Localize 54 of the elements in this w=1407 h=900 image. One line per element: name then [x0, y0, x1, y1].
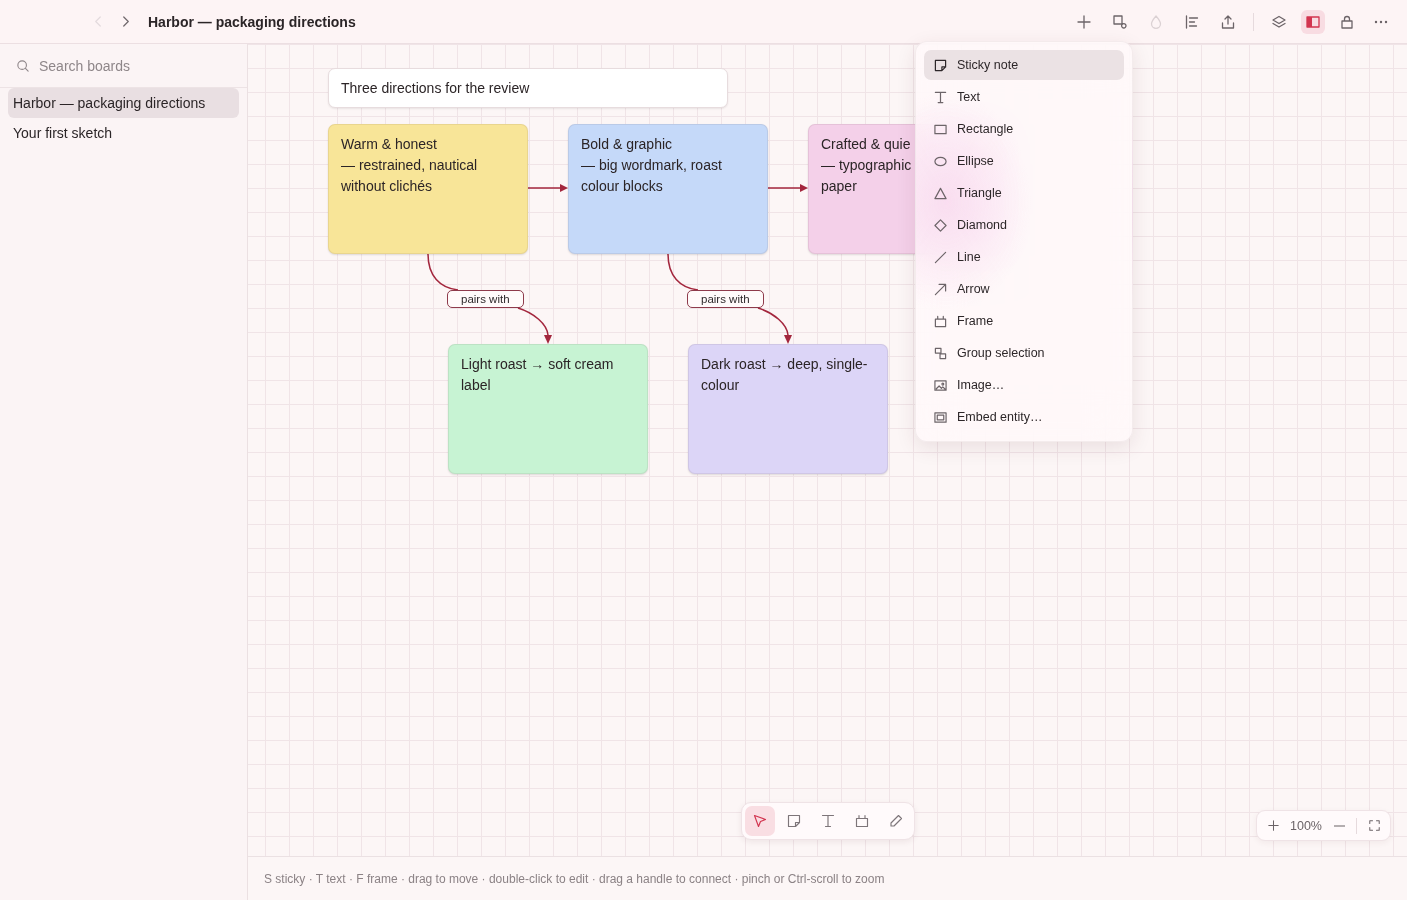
note-text: Bold & graphic — big wordmark, roast colour blocks — [581, 135, 722, 196]
shapes-icon — [1113, 14, 1127, 29]
menu-item[interactable]: Image… — [924, 370, 1124, 400]
menu-item[interactable]: Text — [924, 82, 1124, 112]
menu-item[interactable]: Ellipse — [924, 146, 1124, 176]
note-text: Three directions for the review — [341, 78, 530, 98]
menu-item[interactable]: Group selection — [924, 338, 1124, 368]
note-text: Light roast → soft cream label — [461, 355, 614, 395]
lock-icon — [1340, 14, 1354, 29]
menu-item[interactable]: Triangle — [924, 178, 1124, 208]
select-tool[interactable] — [744, 806, 775, 836]
search-icon — [17, 59, 29, 72]
upload-icon — [1221, 14, 1235, 29]
triangle-icon — [934, 186, 947, 200]
text-icon — [934, 90, 947, 104]
more-icon — [1374, 19, 1388, 24]
plus-icon — [1267, 820, 1279, 831]
edge-label: pairs with — [687, 290, 764, 308]
line-icon — [934, 250, 947, 264]
plus-icon — [1077, 14, 1091, 29]
group-icon — [934, 346, 947, 360]
embed-icon — [934, 410, 947, 424]
zoom-level: 100% — [1290, 818, 1322, 833]
menu-item[interactable]: Sticky note — [924, 50, 1124, 80]
drop-icon — [1149, 14, 1163, 29]
layers-icon — [1272, 14, 1286, 29]
minus-icon — [1333, 824, 1345, 827]
sticky-note-icon — [934, 58, 947, 72]
image-icon — [934, 378, 947, 392]
menu-item[interactable]: Embed entity… — [924, 402, 1124, 432]
arrow-icon — [934, 282, 947, 296]
menu-item[interactable]: Diamond — [924, 210, 1124, 240]
search-field[interactable]: Search boards — [39, 57, 229, 74]
connector-arrow — [527, 184, 568, 192]
menu-item[interactable]: Line — [924, 242, 1124, 272]
sidebar-toggle[interactable] — [1301, 9, 1325, 34]
shortcut-hint: S sticky · T text · F frame · drag to move · double-click to edit · drag a handle to connect · pinch or Ctrl-scroll to zoom — [264, 871, 885, 886]
panel-icon — [1306, 14, 1320, 29]
menu-item[interactable]: Arrow — [924, 274, 1124, 304]
board-item[interactable]: Your first sketch — [8, 118, 239, 148]
connector-arrow — [767, 184, 808, 192]
note-text: Dark roast → deep, single- colour — [701, 355, 868, 395]
note-text: Warm & honest — restrained, nautical without clichés — [341, 135, 478, 196]
edge-label: pairs with — [447, 290, 524, 308]
rectangle-icon — [934, 122, 947, 136]
align-left-icon — [1185, 14, 1199, 29]
diamond-icon — [934, 218, 947, 232]
menu-item[interactable]: Rectangle — [924, 114, 1124, 144]
menu-item[interactable]: Frame — [924, 306, 1124, 336]
board-item[interactable]: Harbor — packaging directions — [8, 88, 239, 118]
frame-icon — [934, 314, 947, 328]
board-title: Harbor — packaging directions — [148, 13, 356, 30]
fit-screen-icon — [1368, 820, 1380, 831]
note-text: Crafted & quie — typographic paper — [821, 135, 912, 196]
